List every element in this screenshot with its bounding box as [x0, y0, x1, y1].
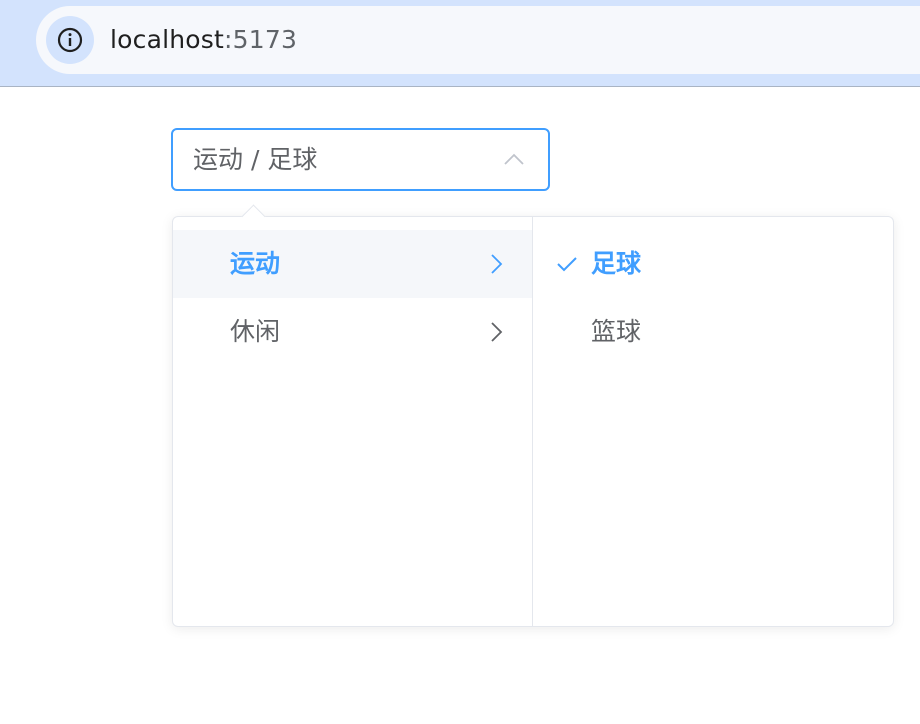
chevron-right-icon: [491, 322, 503, 342]
menu-item-sports[interactable]: 运动: [173, 230, 532, 298]
chevron-up-icon: [504, 153, 524, 165]
menu-item-label: 休闲: [230, 317, 281, 346]
cascader-input[interactable]: 运动 / 足球: [171, 128, 550, 191]
menu-item-leisure[interactable]: 休闲: [173, 298, 532, 366]
browser-toolbar: localhost:5173: [0, 0, 920, 87]
menu-item-label: 运动: [230, 249, 281, 278]
site-info-button[interactable]: [46, 16, 94, 64]
info-icon: [57, 27, 83, 53]
cascader-selected-value: 运动 / 足球: [193, 145, 318, 174]
url-text[interactable]: localhost:5173: [110, 6, 297, 74]
url-port: :5173: [224, 25, 298, 54]
cascader-dropdown: 运动 休闲 足球 篮球: [172, 204, 894, 627]
menu-item-label: 足球: [591, 249, 642, 278]
address-bar[interactable]: localhost:5173: [36, 6, 920, 74]
cascader-menu-level-2: 足球 篮球: [533, 217, 893, 626]
check-icon: [557, 257, 577, 272]
menu-item-label: 篮球: [591, 317, 642, 346]
menu-item-basketball[interactable]: 篮球: [533, 298, 893, 366]
menu-item-football[interactable]: 足球: [533, 230, 893, 298]
url-host: localhost: [110, 25, 225, 54]
cascader-menu-level-1: 运动 休闲: [173, 217, 533, 626]
chevron-right-icon: [491, 254, 503, 274]
